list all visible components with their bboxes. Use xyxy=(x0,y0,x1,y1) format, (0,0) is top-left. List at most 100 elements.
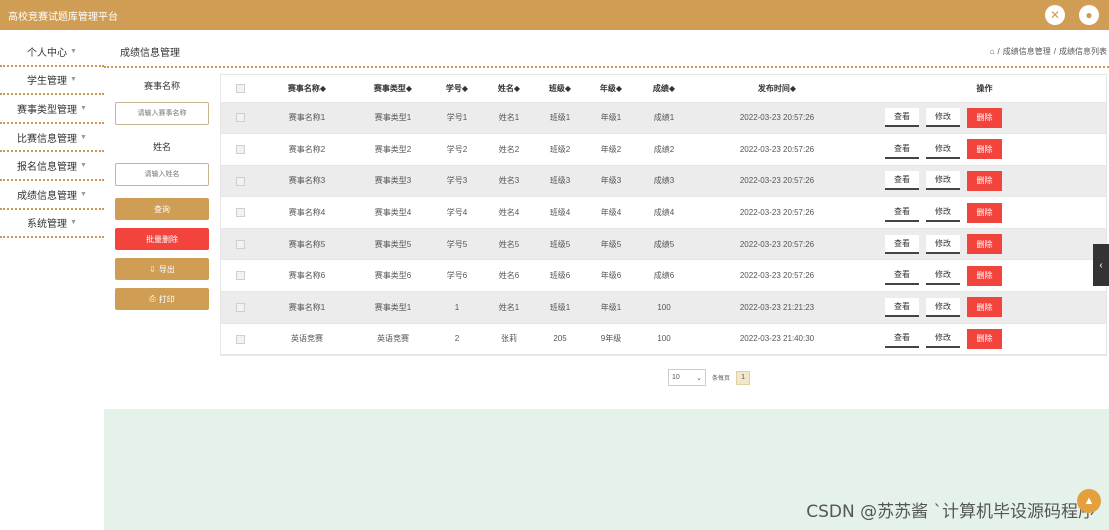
filter-panel: 赛事名称 姓名 查询 批量删除 ⇩导出 ⎙打印 xyxy=(114,76,210,318)
table-row[interactable]: 英语竞赛 英语竞赛 2 张莉 205 9年级 100 2022-03-23 21:40:30 查… xyxy=(221,323,1106,356)
delete-button[interactable]: 删除 xyxy=(967,202,1002,223)
table-cell: 1 xyxy=(431,291,483,324)
table-cell: 学号5 xyxy=(431,228,483,261)
table-cell: 年级6 xyxy=(585,259,637,293)
page-number-button[interactable]: 1 xyxy=(736,370,751,385)
query-button[interactable]: 查询 xyxy=(115,198,209,220)
view-button[interactable]: 查看 xyxy=(885,203,919,223)
edit-button[interactable]: 修改 xyxy=(926,234,960,254)
chevron-down-icon: ▼ xyxy=(70,47,77,55)
table-cell: 成绩3 xyxy=(637,165,691,198)
column-header[interactable]: 赛事名称◆ xyxy=(259,75,355,103)
delete-button[interactable]: 删除 xyxy=(967,328,1002,349)
table-row[interactable]: 赛事名称1 赛事类型1 1 姓名1 班级1 年级1 100 2022-03-23 21:21:… xyxy=(221,291,1106,324)
edit-button[interactable]: 修改 xyxy=(926,266,960,286)
chevron-down-icon: ▼ xyxy=(80,190,87,198)
table-cell: 赛事名称1 xyxy=(259,291,355,324)
column-header[interactable]: 成绩◆ xyxy=(637,75,691,103)
delete-button[interactable]: 删除 xyxy=(967,234,1002,255)
table-cell: 学号4 xyxy=(431,196,483,229)
column-header[interactable]: 班级◆ xyxy=(535,75,585,103)
table-row[interactable]: 赛事名称4 赛事类型4 学号4 姓名4 班级4 年级4 成绩4 2022-03-23 20:5… xyxy=(221,196,1106,229)
view-button[interactable]: 查看 xyxy=(885,329,919,349)
column-header[interactable]: 发布时间◆ xyxy=(691,75,863,103)
table-cell: 张莉 xyxy=(483,323,535,356)
column-header[interactable]: 学号◆ xyxy=(431,75,483,103)
row-checkbox[interactable] xyxy=(235,271,245,281)
table-cell: 学号6 xyxy=(431,259,483,293)
edit-button[interactable]: 修改 xyxy=(926,108,960,128)
edit-button[interactable]: 修改 xyxy=(926,203,960,223)
row-checkbox[interactable] xyxy=(235,334,245,344)
table-cell: 姓名2 xyxy=(483,133,535,166)
row-actions: 查看 修改 删除 xyxy=(863,234,1106,255)
sidebar-item-personal-center[interactable]: 个人中心 ▼ xyxy=(0,38,104,67)
export-button[interactable]: ⇩ 导出 xyxy=(115,258,209,280)
table-cell: 学号2 xyxy=(431,133,483,166)
table-cell: 姓名3 xyxy=(483,165,535,198)
sidebar: 个人中心 ▼ 学生管理 ▼ 赛事类型管理 ▼ 比赛信息管理 ▼ 报名信息管理 ▼ 成绩信息… xyxy=(0,38,104,239)
sidebar-item-registration-management[interactable]: 报名信息管理 ▼ xyxy=(0,152,104,181)
view-button[interactable]: 查看 xyxy=(885,139,919,159)
table-cell: 2022-03-23 20:57:26 xyxy=(691,102,863,135)
sidebar-item-system-management[interactable]: 系统管理 ▼ xyxy=(0,210,104,239)
delete-button[interactable]: 删除 xyxy=(967,139,1002,160)
home-icon[interactable]: ⌂ xyxy=(990,47,995,56)
select-all-checkbox[interactable] xyxy=(235,83,245,93)
edit-button[interactable]: 修改 xyxy=(926,297,960,317)
row-checkbox[interactable] xyxy=(235,303,245,313)
row-checkbox[interactable] xyxy=(235,145,245,155)
row-checkbox[interactable] xyxy=(235,239,245,249)
table-row[interactable]: 赛事名称6 赛事类型6 学号6 姓名6 班级6 年级6 成绩6 2022-03-23 20:5… xyxy=(221,259,1106,293)
sidebar-item-match-info-management[interactable]: 比赛信息管理 ▼ xyxy=(0,124,104,153)
table-row[interactable]: 赛事名称5 赛事类型5 学号5 姓名5 班级5 年级5 成绩5 2022-03-23 20:5… xyxy=(221,228,1106,261)
table-row[interactable]: 赛事名称2 赛事类型2 学号2 姓名2 班级2 年级2 成绩2 2022-03-23 20:5… xyxy=(221,133,1106,166)
table-cell: 姓名1 xyxy=(483,291,535,324)
table-cell: 2022-03-23 20:57:26 xyxy=(691,196,863,229)
event-name-input[interactable] xyxy=(115,102,209,125)
table-cell: 班级6 xyxy=(535,259,585,293)
edit-button[interactable]: 修改 xyxy=(926,171,960,191)
collapse-tab-chevron-left-icon[interactable]: ‹ xyxy=(1093,244,1109,286)
delete-button[interactable]: 删除 xyxy=(967,107,1002,128)
edit-button[interactable]: 修改 xyxy=(926,139,960,159)
table-cell: 学号3 xyxy=(431,165,483,198)
view-button[interactable]: 查看 xyxy=(885,234,919,254)
column-header[interactable]: 年级◆ xyxy=(585,75,637,103)
row-checkbox[interactable] xyxy=(235,176,245,186)
table-cell: 2022-03-23 21:40:30 xyxy=(691,323,863,356)
table-cell: 年级1 xyxy=(585,102,637,135)
table-cell: 2022-03-23 20:57:26 xyxy=(691,133,863,166)
delete-button[interactable]: 删除 xyxy=(967,297,1002,318)
sidebar-item-event-type-management[interactable]: 赛事类型管理 ▼ xyxy=(0,95,104,124)
row-checkbox[interactable] xyxy=(235,113,245,123)
row-actions: 查看 修改 删除 xyxy=(863,297,1106,318)
column-header[interactable]: 赛事类型◆ xyxy=(355,75,431,103)
sidebar-item-score-management[interactable]: 成绩信息管理 ▼ xyxy=(0,181,104,210)
scroll-top-icon[interactable]: ▲ xyxy=(1077,489,1101,513)
view-button[interactable]: 查看 xyxy=(885,108,919,128)
table-cell: 班级2 xyxy=(535,133,585,166)
batch-delete-button[interactable]: 批量删除 xyxy=(115,228,209,250)
page-size-select[interactable]: 10 ⌄ xyxy=(668,369,706,386)
table-cell: 赛事类型3 xyxy=(355,165,431,198)
table-row[interactable]: 赛事名称3 赛事类型3 学号3 姓名3 班级3 年级3 成绩3 2022-03-23 20:5… xyxy=(221,165,1106,198)
view-button[interactable]: 查看 xyxy=(885,171,919,191)
breadcrumb-item[interactable]: 成绩信息管理 xyxy=(1003,46,1051,57)
table-cell: 2022-03-23 20:57:26 xyxy=(691,259,863,293)
view-button[interactable]: 查看 xyxy=(885,266,919,286)
edit-button[interactable]: 修改 xyxy=(926,329,960,349)
table-cell: 年级5 xyxy=(585,228,637,261)
chevron-down-icon: ▼ xyxy=(80,162,87,170)
user-icon[interactable]: ● xyxy=(1079,5,1099,25)
print-button[interactable]: ⎙ 打印 xyxy=(115,288,209,310)
table-row[interactable]: 赛事名称1 赛事类型1 学号1 姓名1 班级1 年级1 成绩1 2022-03-23 20:5… xyxy=(221,102,1106,135)
delete-button[interactable]: 删除 xyxy=(967,170,1002,191)
close-icon[interactable]: ✕ xyxy=(1045,5,1065,25)
view-button[interactable]: 查看 xyxy=(885,297,919,317)
row-checkbox[interactable] xyxy=(235,208,245,218)
column-header[interactable]: 姓名◆ xyxy=(483,75,535,103)
name-input[interactable] xyxy=(115,163,209,186)
sidebar-item-student-management[interactable]: 学生管理 ▼ xyxy=(0,67,104,96)
delete-button[interactable]: 删除 xyxy=(967,265,1002,286)
